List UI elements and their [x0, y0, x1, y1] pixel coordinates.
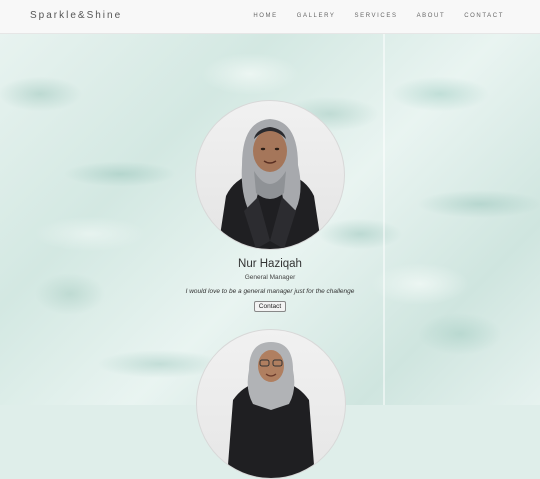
nav-gallery[interactable]: GALLERY	[297, 13, 336, 19]
navbar: Sparkle&Shine HOME GALLERY SERVICES ABOU…	[0, 0, 540, 34]
nav-home[interactable]: HOME	[253, 13, 277, 19]
nav-about[interactable]: ABOUT	[417, 13, 446, 19]
nav-contact[interactable]: CONTACT	[464, 13, 504, 19]
second-profile-photo	[196, 329, 346, 479]
person-photo-icon	[218, 119, 322, 249]
brand-logo[interactable]: Sparkle&Shine	[30, 10, 122, 21]
contact-button[interactable]: Contact	[253, 301, 287, 312]
profile-name: Nur Haziqah	[238, 258, 302, 270]
profile-photo	[195, 100, 345, 250]
profile-role: General Manager	[244, 274, 296, 281]
profile-quote: I would love to be a general manager jus…	[185, 288, 355, 295]
background-seam	[383, 34, 385, 405]
nav-menu: HOME GALLERY SERVICES ABOUT CONTACT	[234, 13, 504, 19]
nav-services[interactable]: SERVICES	[355, 13, 398, 19]
profile-card: Nur Haziqah General Manager I would love…	[186, 100, 354, 313]
person-photo-icon	[227, 342, 315, 478]
